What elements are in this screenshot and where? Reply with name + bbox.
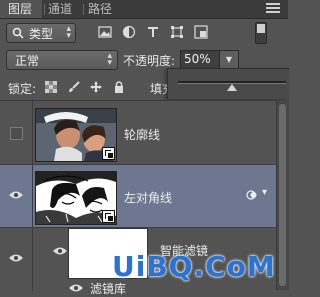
- lock-image-pixels-icon[interactable]: [68, 81, 80, 93]
- search-icon: [12, 27, 24, 39]
- layer-row-left-diagonal[interactable]: 左对角线 ▾: [0, 165, 276, 228]
- lock-label: 锁定:: [8, 82, 37, 96]
- opacity-slider-popup: [167, 68, 289, 99]
- type-filter-icon[interactable]: [146, 25, 160, 39]
- filter-toggle-switch[interactable]: [255, 22, 267, 44]
- opacity-input[interactable]: 50%: [180, 50, 223, 69]
- updown-arrow-icon: ▴ ▾: [66, 24, 71, 41]
- layer-thumbnail: [35, 108, 117, 162]
- filter-kind-select[interactable]: 类型 ▴ ▾: [6, 23, 76, 43]
- opacity-dropdown-button[interactable]: ▼: [219, 50, 239, 69]
- layer-name[interactable]: 左对角线: [124, 189, 172, 206]
- image-filter-icon[interactable]: [98, 25, 112, 39]
- opacity-label: 不透明度:: [123, 54, 176, 68]
- layer-name[interactable]: 轮廓线: [124, 126, 160, 143]
- eye-icon[interactable]: [9, 191, 23, 199]
- lock-all-icon[interactable]: [113, 81, 125, 93]
- layers-scrollbar[interactable]: [276, 100, 289, 290]
- panel-tab-bar: 图层 通道 路径: [0, 0, 288, 19]
- smart-object-filter-icon[interactable]: [194, 25, 208, 39]
- smart-filter-indicator-icon[interactable]: [246, 189, 258, 201]
- layer-thumbnail: [35, 171, 117, 225]
- opacity-slider-thumb[interactable]: [227, 84, 237, 91]
- visibility-column: [0, 165, 33, 227]
- tab-channels[interactable]: 通道: [48, 0, 72, 18]
- visibility-column: [0, 228, 33, 291]
- tab-layers[interactable]: 图层: [0, 0, 42, 18]
- watermark-logo: UiBQ.CoM: [112, 250, 276, 283]
- eye-icon[interactable]: [9, 254, 23, 262]
- blend-mode-select[interactable]: 正常 ▴ ▾: [6, 50, 118, 70]
- updown-arrow-icon: ▴ ▾: [107, 51, 112, 68]
- layer-row-outline[interactable]: 轮廓线: [0, 101, 276, 165]
- tab-divider: [44, 4, 45, 15]
- filter-kind-label: 类型: [29, 27, 54, 41]
- visibility-toggle-off[interactable]: [10, 127, 23, 140]
- adjustment-filter-icon[interactable]: [122, 25, 136, 39]
- smart-filter-eye-icon[interactable]: [53, 247, 67, 255]
- expand-arrow-icon[interactable]: ▾: [262, 187, 267, 198]
- tab-divider: [83, 4, 84, 15]
- scrollbar-thumb[interactable]: [279, 104, 286, 286]
- lock-position-icon[interactable]: [90, 81, 102, 93]
- shape-filter-icon[interactable]: [170, 25, 184, 39]
- smart-object-badge-icon: [102, 147, 115, 160]
- lock-transparent-pixels-icon[interactable]: [45, 81, 57, 93]
- tab-paths[interactable]: 路径: [88, 0, 112, 18]
- blend-mode-value: 正常: [15, 54, 40, 68]
- panel-menu-icon[interactable]: [266, 3, 280, 14]
- smart-object-badge-icon: [102, 210, 115, 223]
- visibility-column: [0, 101, 33, 164]
- filter-item-eye-icon[interactable]: [69, 284, 83, 292]
